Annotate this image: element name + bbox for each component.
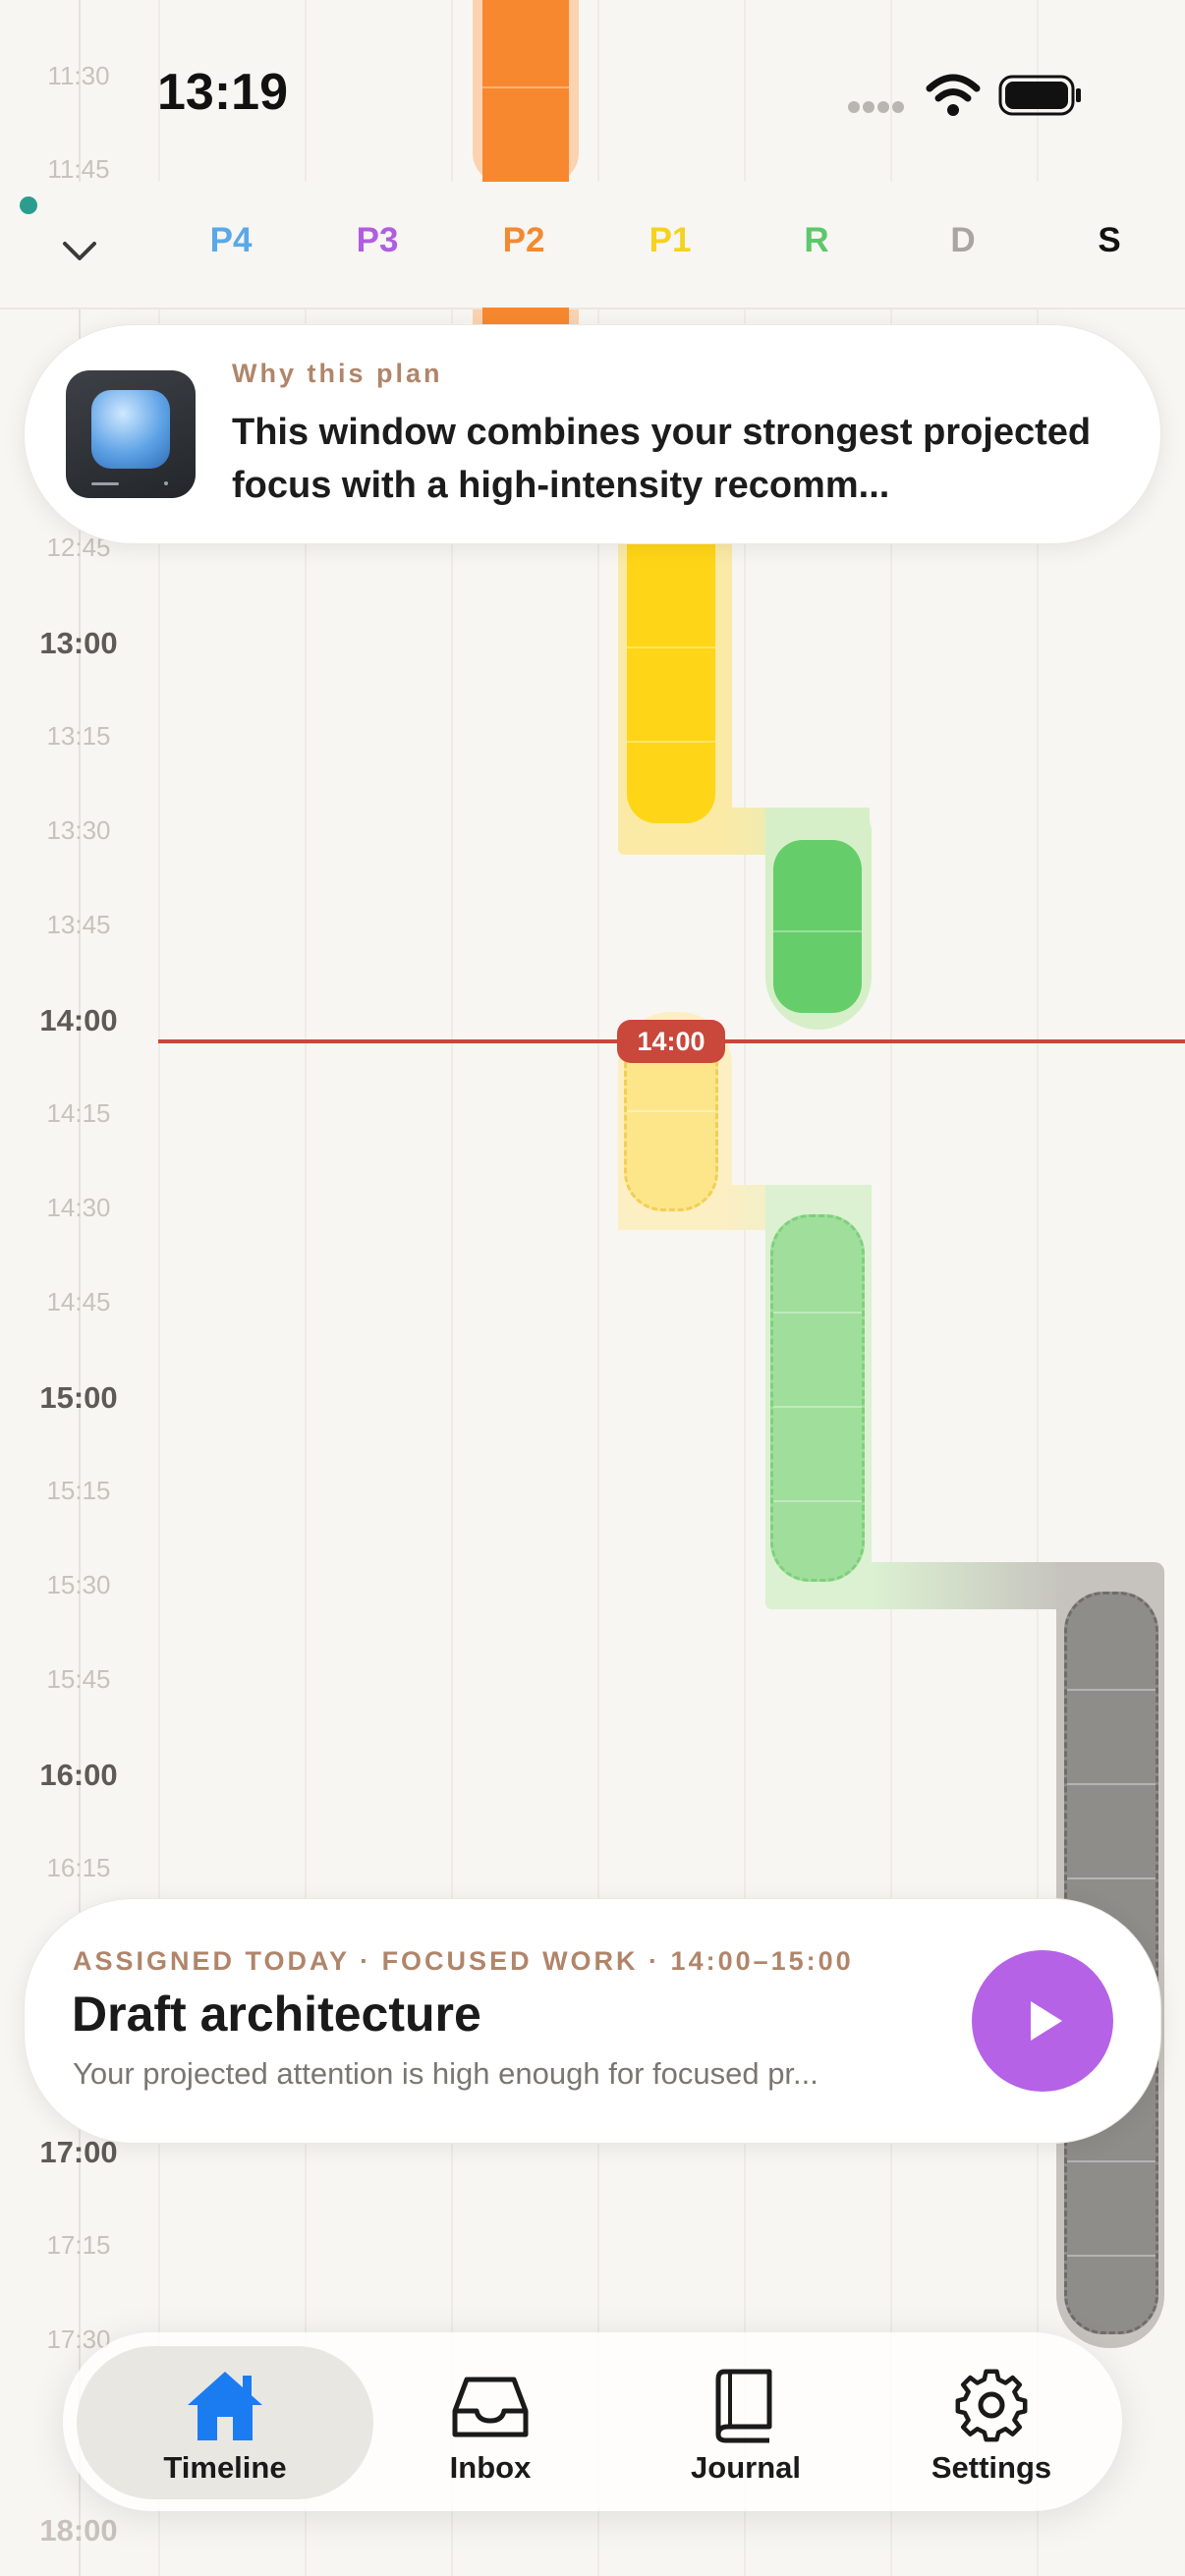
time-label: 17:15	[46, 2230, 111, 2260]
column-label-p2[interactable]: P2	[450, 221, 597, 260]
home-icon	[188, 2372, 262, 2440]
task-subtitle: Your projected attention is high enough …	[73, 2056, 818, 2091]
tab-journal-label: Journal	[691, 2450, 801, 2485]
time-label: 11:30	[47, 61, 110, 90]
plan-card-text: This window combines your strongest proj…	[232, 412, 1092, 506]
column-label-p4[interactable]: P4	[157, 221, 305, 260]
battery-icon	[998, 75, 1083, 116]
schedule-block-p1[interactable]	[627, 531, 715, 823]
column-label-p3[interactable]: P3	[304, 221, 451, 260]
now-dot	[20, 196, 37, 214]
current-task-card[interactable]: ASSIGNED TODAY · FOCUSED WORK · 14:00–15…	[24, 1898, 1161, 2144]
book-icon	[715, 2369, 772, 2443]
play-icon	[1031, 2001, 1062, 2041]
column-label-s[interactable]: S	[1036, 221, 1183, 260]
time-label: 13:45	[46, 910, 111, 939]
status-time: 13:19	[157, 64, 288, 121]
signal-icon	[847, 100, 906, 114]
tab-timeline[interactable]: Timeline	[77, 2332, 373, 2511]
gear-icon	[955, 2369, 1028, 2442]
task-card-kicker: ASSIGNED TODAY · FOCUSED WORK · 14:00–15…	[73, 1946, 854, 1976]
column-label-d[interactable]: D	[889, 221, 1037, 260]
tab-settings[interactable]: Settings	[878, 2332, 1104, 2511]
plan-card-kicker: Why this plan	[232, 359, 443, 388]
tab-inbox-label: Inbox	[449, 2450, 532, 2485]
time-label: 14:45	[46, 1287, 111, 1316]
task-title: Draft architecture	[72, 1987, 481, 2042]
time-label: 15:15	[46, 1476, 111, 1505]
inbox-icon	[452, 2377, 529, 2437]
time-label: 15:00	[39, 1380, 118, 1415]
time-label: 13:00	[39, 626, 118, 660]
schedule-block-p2[interactable]	[482, 0, 569, 183]
time-label: 15:30	[46, 1570, 111, 1599]
column-label-r[interactable]: R	[743, 221, 890, 260]
app-icon	[66, 370, 196, 498]
time-label: 11:45	[47, 154, 110, 184]
time-label: 14:15	[46, 1098, 111, 1128]
now-badge: 14:00	[617, 1020, 725, 1063]
tab-journal[interactable]: Journal	[633, 2332, 859, 2511]
wifi-icon	[926, 73, 981, 118]
tab-inbox[interactable]: Inbox	[377, 2332, 603, 2511]
time-label: 16:00	[39, 1758, 118, 1792]
time-label: 14:30	[46, 1193, 111, 1222]
time-label: 13:15	[46, 721, 111, 751]
play-button[interactable]	[972, 1950, 1113, 2092]
tab-timeline-label: Timeline	[163, 2450, 287, 2485]
time-label: 15:45	[46, 1664, 111, 1694]
block-connector	[870, 1562, 1066, 1609]
tab-settings-label: Settings	[931, 2450, 1052, 2485]
chevron-down-icon[interactable]	[55, 232, 104, 271]
time-label: 16:15	[46, 1853, 111, 1882]
planned-block-r[interactable]	[770, 1214, 865, 1582]
plan-explanation-card[interactable]: Why this plan This window combines your …	[24, 324, 1161, 544]
schedule-block-r[interactable]	[773, 840, 862, 1013]
time-label: 13:30	[46, 815, 111, 845]
time-label: 14:00	[39, 1003, 118, 1037]
tab-bar: Timeline Inbox Journal Settings	[63, 2332, 1122, 2511]
time-label: 18:00	[39, 2513, 118, 2548]
column-label-p1[interactable]: P1	[596, 221, 744, 260]
